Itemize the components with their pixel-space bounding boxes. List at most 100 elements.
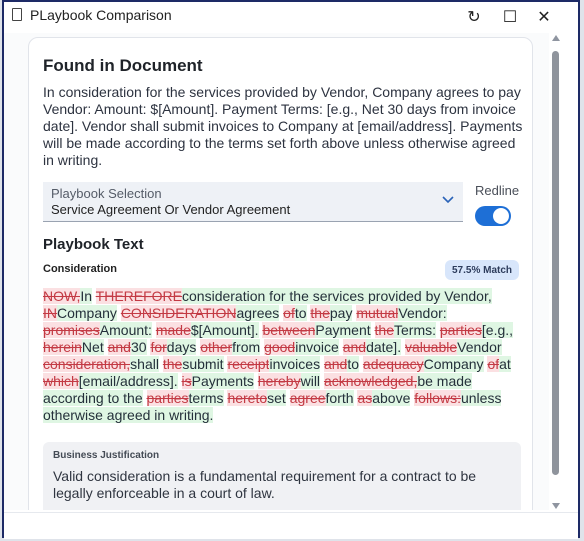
- deleted-text: for: [150, 339, 167, 355]
- deleted-text: good: [264, 339, 296, 355]
- deleted-text: acknowledged,: [323, 373, 418, 389]
- inserted-text: consideration for the services provided …: [182, 288, 492, 304]
- window-title: PLaybook Comparison: [30, 7, 172, 23]
- deleted-text: the: [374, 322, 394, 338]
- inserted-text: Company: [57, 305, 117, 321]
- refresh-icon: ↻: [467, 9, 481, 26]
- redline-text: NOW,In THEREFOREconsideration for the se…: [43, 288, 525, 424]
- justification-label: Business Justification: [53, 450, 160, 461]
- scroll-thumb[interactable]: [552, 51, 559, 475]
- deleted-text: NOW,: [43, 288, 81, 304]
- inserted-text: will: [300, 373, 321, 389]
- deleted-text: parties: [439, 322, 482, 338]
- playbook-text-heading: Playbook Text: [43, 236, 144, 253]
- inserted-text: date].: [366, 339, 402, 355]
- scroll-down-arrow-icon[interactable]: [552, 503, 560, 509]
- deleted-text: parties: [146, 390, 189, 406]
- inserted-text: terms: [188, 390, 224, 406]
- playbook-select[interactable]: Playbook Selection Service Agreement Or …: [43, 182, 463, 222]
- deleted-text: agree: [289, 390, 326, 406]
- deleted-text: made: [155, 322, 191, 338]
- bottom-bar: [4, 512, 578, 539]
- deleted-text: of: [487, 356, 500, 372]
- deleted-text: valuable: [404, 339, 458, 355]
- inserted-text: In: [80, 288, 93, 304]
- deleted-text: is: [181, 373, 192, 389]
- chevron-down-icon: [442, 196, 454, 204]
- inserted-text: Net: [81, 339, 104, 355]
- deleted-text: promises: [43, 322, 100, 338]
- inserted-text: Payments: [191, 373, 254, 389]
- deleted-text: adequacy: [362, 356, 424, 372]
- refresh-button[interactable]: ↻: [460, 6, 488, 28]
- maximize-button[interactable]: ☐: [496, 6, 524, 28]
- inserted-text: forth: [325, 390, 354, 406]
- inserted-text: pay: [329, 305, 353, 321]
- deleted-text: herein: [43, 339, 82, 355]
- redline-label: Redline: [475, 183, 520, 198]
- playbook-select-value: Service Agreement Or Vendor Agreement: [51, 202, 291, 217]
- deleted-text: consideration,: [43, 356, 131, 372]
- section-title: Consideration: [43, 263, 117, 275]
- vertical-scrollbar[interactable]: [549, 33, 564, 510]
- inserted-text: Vendor:: [398, 305, 447, 321]
- deleted-text: hereto: [227, 390, 268, 406]
- inserted-text: [email/address].: [78, 373, 178, 389]
- inserted-text: $[Amount].: [190, 322, 259, 338]
- justification-box: Business Justification Valid considerati…: [43, 442, 521, 510]
- close-icon: ✕: [537, 9, 551, 26]
- document-icon: [12, 8, 22, 21]
- deleted-text: IN: [43, 305, 57, 321]
- deleted-text: and: [107, 339, 131, 355]
- inserted-text: set: [267, 390, 286, 406]
- close-button[interactable]: ✕: [530, 6, 558, 28]
- deleted-text: which: [43, 373, 79, 389]
- title-bar: PLaybook Comparison ↻ ☐ ✕: [4, 2, 578, 32]
- match-badge: 57.5% Match: [445, 260, 519, 280]
- deleted-text: mutual: [356, 305, 399, 321]
- inserted-text: invoice: [295, 339, 339, 355]
- deleted-text: as: [357, 390, 373, 406]
- inserted-text: [e.g.,: [481, 322, 514, 338]
- inserted-text: Terms:: [394, 322, 436, 338]
- inserted-text: agrees: [236, 305, 280, 321]
- inserted-text: Company: [423, 356, 484, 372]
- inserted-text: to: [347, 356, 360, 372]
- redline-toggle[interactable]: [475, 206, 511, 226]
- deleted-text: hereby: [257, 373, 301, 389]
- inserted-text: Vendor: [457, 339, 502, 355]
- inserted-text: 30: [130, 339, 147, 355]
- deleted-text: receipt: [227, 356, 270, 372]
- inserted-text: invoices: [269, 356, 321, 372]
- deleted-text: and: [323, 356, 348, 372]
- justification-text: Valid consideration is a fundamental req…: [53, 468, 477, 501]
- inserted-text: Amount:: [99, 322, 152, 338]
- deleted-text: the: [310, 305, 330, 321]
- inserted-text: shall: [130, 356, 159, 372]
- scroll-up-arrow-icon[interactable]: [552, 35, 560, 41]
- inserted-text: submit: [182, 356, 224, 372]
- found-text: In consideration for the services provid…: [43, 84, 523, 168]
- content-scroll-area[interactable]: Found in Document In consideration for t…: [4, 33, 549, 510]
- deleted-text: other: [200, 339, 233, 355]
- playbook-comparison-window: PLaybook Comparison ↻ ☐ ✕ Found in Docum…: [2, 0, 580, 539]
- deleted-text: THEREFORE: [95, 288, 183, 304]
- found-heading: Found in Document: [43, 56, 203, 75]
- deleted-text: between: [262, 322, 316, 338]
- inserted-text: days: [166, 339, 197, 355]
- toggle-knob: [493, 208, 509, 224]
- inserted-text: at: [499, 356, 511, 372]
- deleted-text: CONSIDERATION: [120, 305, 237, 321]
- deleted-text: of: [283, 305, 295, 321]
- deleted-text: and: [342, 339, 367, 355]
- maximize-icon: ☐: [502, 9, 518, 26]
- playbook-select-label: Playbook Selection: [51, 186, 162, 201]
- inserted-text: to: [294, 305, 307, 321]
- inserted-text: above: [372, 390, 411, 406]
- inserted-text: Payment: [315, 322, 371, 338]
- deleted-text: follows:: [414, 390, 461, 406]
- deleted-text: the: [162, 356, 183, 372]
